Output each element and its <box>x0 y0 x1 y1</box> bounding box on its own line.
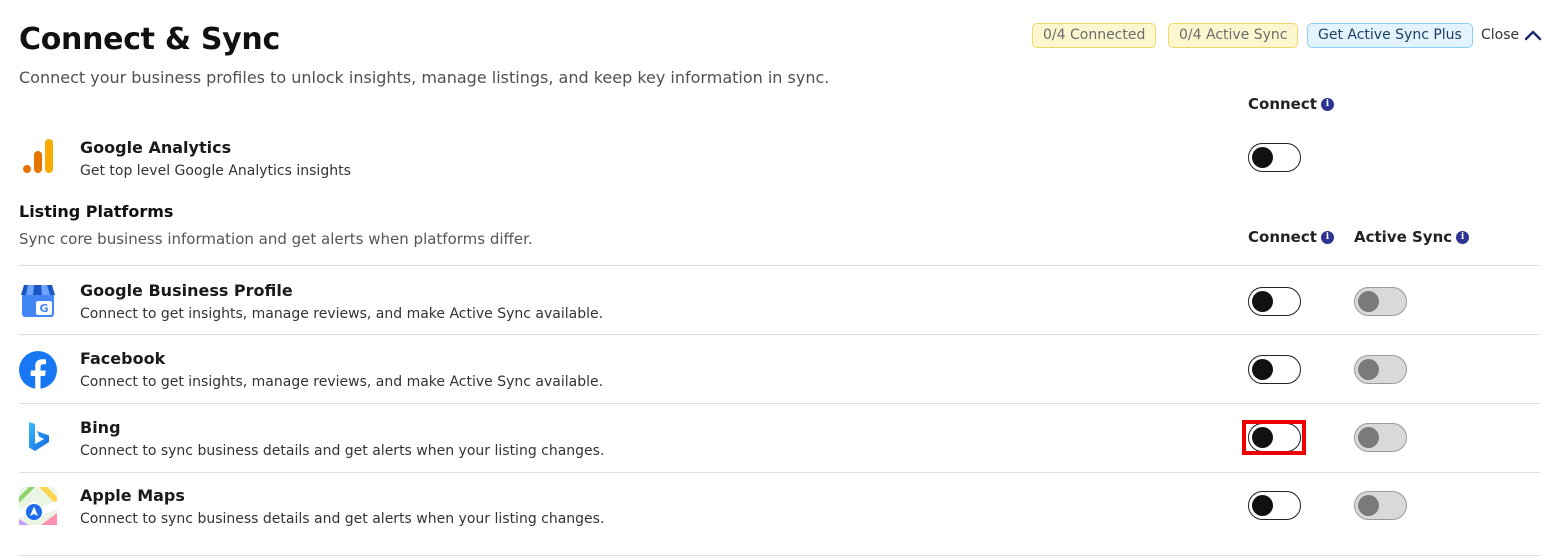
page-subtitle: Connect your business profiles to unlock… <box>19 68 830 87</box>
close-button[interactable]: Close <box>1481 24 1542 46</box>
analytics-connect-label: Connect <box>1248 95 1317 113</box>
divider <box>19 472 1540 473</box>
toggle-knob <box>1251 494 1273 516</box>
bing-connect-toggle[interactable] <box>1248 423 1301 452</box>
toggle-knob <box>1251 290 1273 312</box>
facebook-description: Connect to get insights, manage reviews,… <box>80 374 604 390</box>
chevron-up-icon <box>1524 30 1542 41</box>
google-business-profile-description: Connect to get insights, manage reviews,… <box>80 306 604 322</box>
facebook-name: Facebook <box>80 349 166 368</box>
toggle-knob <box>1357 358 1379 380</box>
facebook-active-sync-toggle[interactable] <box>1354 355 1407 384</box>
google-analytics-name: Google Analytics <box>80 138 232 157</box>
facebook-connect-toggle[interactable] <box>1248 355 1301 384</box>
connected-count-badge: 0/4 Connected <box>1032 23 1157 48</box>
divider <box>19 403 1540 404</box>
bing-description: Connect to sync business details and get… <box>80 443 605 459</box>
close-label: Close <box>1481 27 1520 43</box>
google-business-profile-connect-toggle[interactable] <box>1248 287 1301 316</box>
bing-icon <box>19 418 57 456</box>
analytics-connect-header: Connect i <box>1248 95 1334 113</box>
google-business-profile-active-sync-toggle[interactable] <box>1354 287 1407 316</box>
listing-connect-header: Connect i <box>1248 228 1334 246</box>
apple-maps-connect-toggle[interactable] <box>1248 491 1301 520</box>
toggle-knob <box>1251 146 1273 168</box>
toggle-knob <box>1251 426 1273 448</box>
divider <box>19 555 1540 556</box>
apple-maps-active-sync-toggle[interactable] <box>1354 491 1407 520</box>
listing-active-sync-header: Active Sync i <box>1354 228 1470 246</box>
listing-platforms-subtitle: Sync core business information and get a… <box>19 230 533 248</box>
google-business-profile-name: Google Business Profile <box>80 281 293 300</box>
get-active-sync-plus-button[interactable]: Get Active Sync Plus <box>1307 23 1473 48</box>
divider <box>19 265 1540 266</box>
listing-connect-label: Connect <box>1248 228 1317 246</box>
google-business-profile-icon: G <box>19 281 57 319</box>
toggle-knob <box>1357 494 1379 516</box>
google-analytics-icon <box>19 137 57 175</box>
google-analytics-connect-toggle[interactable] <box>1248 143 1301 172</box>
listing-active-sync-label: Active Sync <box>1354 228 1453 246</box>
toggle-knob <box>1357 290 1379 312</box>
google-analytics-description: Get top level Google Analytics insights <box>80 163 351 179</box>
page-title: Connect & Sync <box>19 22 280 57</box>
apple-maps-name: Apple Maps <box>80 486 185 505</box>
apple-maps-description: Connect to sync business details and get… <box>80 511 605 527</box>
facebook-icon <box>19 351 57 389</box>
active-sync-count-badge: 0/4 Active Sync <box>1168 23 1299 48</box>
info-icon[interactable]: i <box>1320 97 1334 111</box>
info-icon[interactable]: i <box>1320 230 1334 244</box>
svg-text:G: G <box>39 302 48 315</box>
bing-active-sync-toggle[interactable] <box>1354 423 1407 452</box>
bing-name: Bing <box>80 418 121 437</box>
toggle-knob <box>1251 358 1273 380</box>
info-icon[interactable]: i <box>1456 230 1470 244</box>
apple-maps-icon <box>19 487 57 525</box>
divider <box>19 334 1540 335</box>
toggle-knob <box>1357 426 1379 448</box>
listing-platforms-title: Listing Platforms <box>19 202 174 221</box>
